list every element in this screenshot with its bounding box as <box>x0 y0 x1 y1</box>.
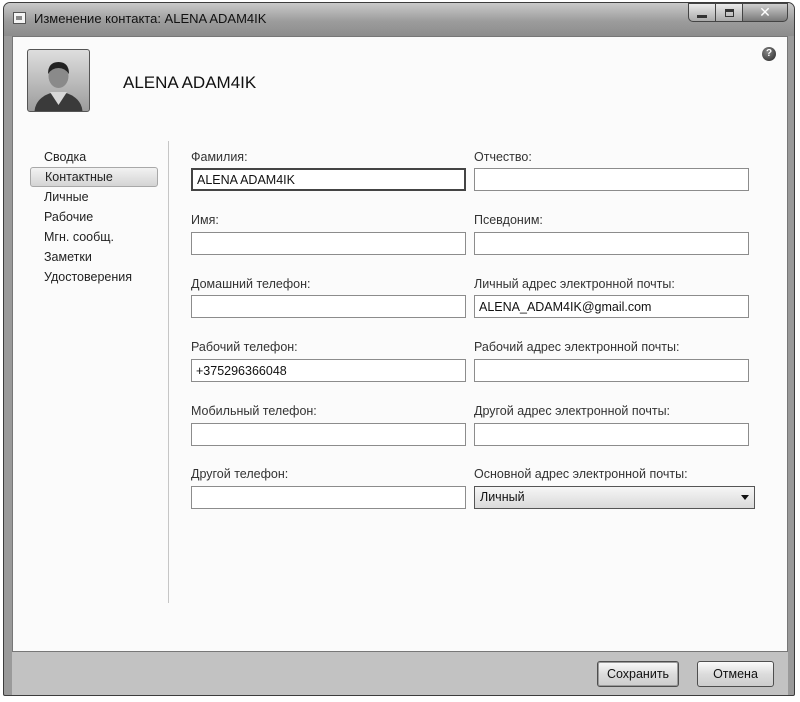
surname-label: Фамилия: <box>191 150 248 164</box>
mobile-phone-input[interactable] <box>191 423 466 446</box>
window-controls: ✕ <box>688 3 788 22</box>
window-icon[interactable] <box>13 12 26 24</box>
contact-photo[interactable] <box>27 49 90 112</box>
surname-input[interactable] <box>191 168 466 191</box>
patronymic-input[interactable] <box>474 168 749 191</box>
work-phone-label: Рабочий телефон: <box>191 340 298 354</box>
dropdown-arrow-icon <box>741 495 749 500</box>
sidebar-nav: Сводка Контактные Личные Рабочие Мгн. со… <box>30 147 158 287</box>
minimize-icon <box>697 14 707 18</box>
personal-email-input[interactable] <box>474 295 749 318</box>
personal-email-label: Личный адрес электронной почты: <box>474 277 675 291</box>
nav-item-work[interactable]: Рабочие <box>30 207 158 227</box>
mobile-phone-label: Мобильный телефон: <box>191 404 317 418</box>
minimize-button[interactable] <box>688 3 715 22</box>
primary-email-value: Личный <box>480 490 525 504</box>
nickname-label: Псевдоним: <box>474 213 543 227</box>
window-title: Изменение контакта: ALENA ADAM4IK <box>34 11 267 26</box>
patronymic-label: Отчество: <box>474 150 532 164</box>
maximize-icon <box>724 8 734 17</box>
dialog-footer: Сохранить Отмена <box>12 652 788 695</box>
primary-email-label: Основной адрес электронной почты: <box>474 467 688 481</box>
title-bar[interactable]: Изменение контакта: ALENA ADAM4IK ✕ <box>4 3 794 36</box>
home-phone-label: Домашний телефон: <box>191 277 311 291</box>
close-button[interactable]: ✕ <box>742 3 788 22</box>
dialog-body: ? ALENA ADAM4IK Сводка Контактные Личные… <box>12 36 788 652</box>
cancel-button[interactable]: Отмена <box>697 661 774 687</box>
close-icon: ✕ <box>759 4 771 20</box>
nav-item-summary[interactable]: Сводка <box>30 147 158 167</box>
work-email-input[interactable] <box>474 359 749 382</box>
contact-edit-window: Изменение контакта: ALENA ADAM4IK ✕ ? AL… <box>3 2 795 696</box>
nav-item-ids[interactable]: Удостоверения <box>30 267 158 287</box>
nav-divider <box>168 141 169 603</box>
person-icon <box>34 62 83 111</box>
other-phone-label: Другой телефон: <box>191 467 289 481</box>
nickname-input[interactable] <box>474 232 749 255</box>
work-phone-input[interactable] <box>191 359 466 382</box>
first-name-label: Имя: <box>191 213 219 227</box>
contact-name-heading: ALENA ADAM4IK <box>123 73 257 92</box>
nav-item-personal[interactable]: Личные <box>30 187 158 207</box>
first-name-input[interactable] <box>191 232 466 255</box>
home-phone-input[interactable] <box>191 295 466 318</box>
nav-item-contacts[interactable]: Контактные <box>30 167 158 187</box>
nav-item-notes[interactable]: Заметки <box>30 247 158 267</box>
nav-item-im[interactable]: Мгн. сообщ. <box>30 227 158 247</box>
other-email-input[interactable] <box>474 423 749 446</box>
primary-email-select[interactable]: Личный <box>474 486 755 509</box>
other-phone-input[interactable] <box>191 486 466 509</box>
save-button[interactable]: Сохранить <box>597 661 679 687</box>
help-icon[interactable]: ? <box>762 47 776 61</box>
other-email-label: Другой адрес электронной почты: <box>474 404 671 418</box>
maximize-button[interactable] <box>715 3 742 22</box>
work-email-label: Рабочий адрес электронной почты: <box>474 340 680 354</box>
